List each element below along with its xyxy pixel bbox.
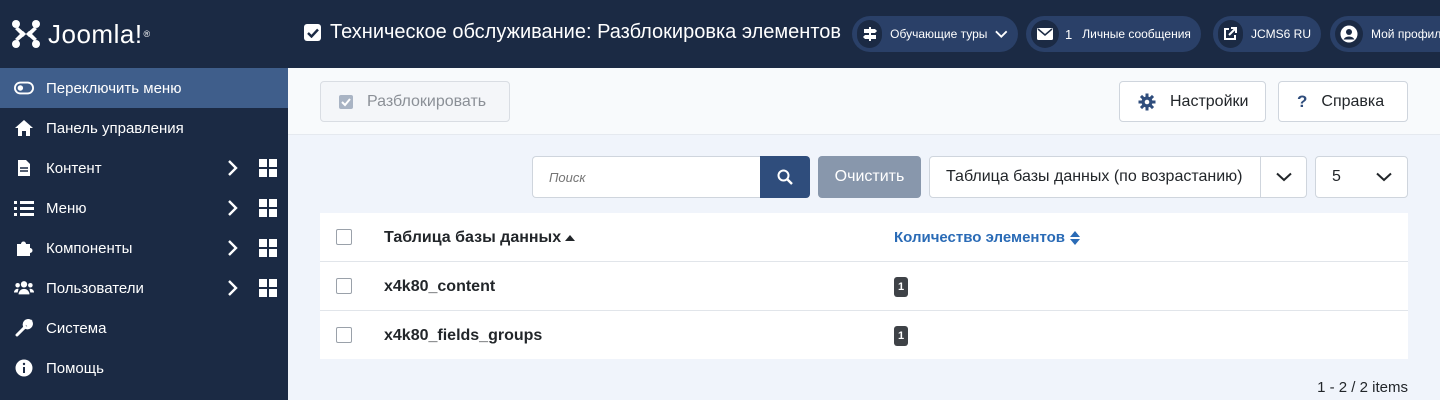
chevron-right-icon[interactable] <box>222 278 242 298</box>
chevron-right-icon[interactable] <box>222 238 242 258</box>
limit-select[interactable]: 5 <box>1315 156 1408 198</box>
sidebar-item-label: Контент <box>46 159 102 177</box>
sort-select-value: Таблица базы данных (по возрастанию) <box>946 168 1243 185</box>
logo-registered: ® <box>143 29 151 39</box>
count-badge: 1 <box>894 326 909 346</box>
search-icon <box>777 169 793 185</box>
chevron-down-icon <box>995 30 1008 38</box>
search-input[interactable] <box>532 156 761 198</box>
column-header-count[interactable]: Количество элементов <box>894 229 1081 246</box>
table-header-row: Таблица базы данных Количество элементов <box>320 213 1408 262</box>
dashboard-grid-icon[interactable] <box>258 278 278 298</box>
user-profile-button[interactable]: Мой профиль <box>1330 16 1440 52</box>
sidebar-item-label: Система <box>46 319 107 337</box>
messages-button[interactable]: 1 Личные сообщения <box>1026 16 1201 52</box>
info-icon <box>14 358 34 378</box>
search-button[interactable] <box>760 156 810 198</box>
dashboard-grid-icon[interactable] <box>258 158 278 178</box>
toggle-icon <box>14 78 34 98</box>
table-name: x4k80_fields_groups <box>384 327 543 344</box>
wrench-icon <box>14 318 34 338</box>
column-header-table-label: Таблица базы данных <box>384 229 562 246</box>
column-header-count-label: Количество элементов <box>894 229 1066 246</box>
dashboard-grid-icon[interactable] <box>258 198 278 218</box>
sort-asc-icon <box>565 235 576 241</box>
sidebar-item-label: Пользователи <box>46 279 144 297</box>
limit-select-value: 5 <box>1332 168 1341 185</box>
list-icon <box>14 198 34 218</box>
table-row: x4k80_fields_groups 1 <box>320 311 1408 359</box>
external-link-icon <box>1218 20 1243 48</box>
checkbox-icon <box>339 94 353 109</box>
puzzle-icon <box>14 238 34 258</box>
options-label: Настройки <box>1170 92 1249 110</box>
sidebar-item-label: Помощь <box>46 359 104 377</box>
sidebar: Joomla! ® Переключить меню Панель управле… <box>0 0 288 400</box>
joomla-logo[interactable]: Joomla! ® <box>0 0 288 68</box>
checkin-table: Таблица базы данных Количество элементов… <box>320 213 1408 359</box>
joomla-logo-icon <box>12 20 40 48</box>
sidebar-item-label: Компоненты <box>46 239 133 257</box>
sidebar-item-users[interactable]: Пользователи <box>0 268 288 308</box>
unlock-button[interactable]: Разблокировать <box>320 81 510 122</box>
sidebar-item-label: Переключить меню <box>46 79 182 97</box>
row-checkbox[interactable] <box>336 327 352 343</box>
column-header-table[interactable]: Таблица базы данных <box>384 229 576 247</box>
chevron-right-icon[interactable] <box>222 158 242 178</box>
sidebar-item-components[interactable]: Компоненты <box>0 228 288 268</box>
messages-label: Личные сообщения <box>1082 27 1191 41</box>
site-label: JCMS6 RU <box>1250 27 1311 41</box>
clear-button[interactable]: Очистить <box>818 156 921 198</box>
sidebar-item-dashboard[interactable]: Панель управления <box>0 108 288 148</box>
page-title: Техническое обслуживание: Разблокировка … <box>304 21 841 44</box>
table-row: x4k80_content 1 <box>320 262 1408 311</box>
user-icon <box>1335 20 1363 48</box>
pagination-counter: 1 - 2 / 2 items <box>1317 379 1408 396</box>
gear-icon <box>1138 93 1156 111</box>
envelope-icon <box>1031 20 1059 48</box>
select-all-checkbox[interactable] <box>336 229 352 245</box>
file-icon <box>14 158 34 178</box>
checkbox-icon <box>304 24 321 41</box>
guided-tours-button[interactable]: Обучающие туры <box>852 16 1018 52</box>
chevron-down-icon <box>1260 157 1306 197</box>
page-title-text: Техническое обслуживание: Разблокировка … <box>330 21 842 43</box>
search-group <box>532 156 810 198</box>
toolbar: Разблокировать Настройки ? Справка <box>288 68 1440 135</box>
sidebar-item-label: Панель управления <box>46 119 184 137</box>
profile-label: Мой профиль <box>1371 27 1440 41</box>
options-button[interactable]: Настройки <box>1119 81 1266 122</box>
site-link-button[interactable]: JCMS6 RU <box>1213 16 1321 52</box>
sidebar-item-system[interactable]: Система <box>0 308 288 348</box>
sidebar-item-help[interactable]: Помощь <box>0 348 288 388</box>
sort-icon <box>1070 230 1081 245</box>
table-name: x4k80_content <box>384 278 496 295</box>
guided-tours-label: Обучающие туры <box>890 27 988 41</box>
question-icon: ? <box>1297 91 1308 111</box>
logo-text: Joomla! <box>48 18 143 49</box>
unlock-label: Разблокировать <box>367 92 487 110</box>
help-button[interactable]: ? Справка <box>1278 81 1408 122</box>
dashboard-grid-icon[interactable] <box>258 238 278 258</box>
chevron-down-icon <box>1361 157 1407 197</box>
count-badge: 1 <box>894 277 909 297</box>
messages-count: 1 <box>1065 26 1073 42</box>
home-icon <box>14 118 34 138</box>
signpost-icon <box>857 20 883 48</box>
row-checkbox[interactable] <box>336 278 352 294</box>
sidebar-item-toggle-menu[interactable]: Переключить меню <box>0 68 288 108</box>
sort-select[interactable]: Таблица базы данных (по возрастанию) <box>929 156 1307 198</box>
header: Техническое обслуживание: Разблокировка … <box>288 0 1440 68</box>
sidebar-item-label: Меню <box>46 199 87 217</box>
help-label: Справка <box>1321 92 1385 110</box>
sidebar-item-content[interactable]: Контент <box>0 148 288 188</box>
sidebar-item-menus[interactable]: Меню <box>0 188 288 228</box>
users-icon <box>14 278 34 298</box>
chevron-right-icon[interactable] <box>222 198 242 218</box>
